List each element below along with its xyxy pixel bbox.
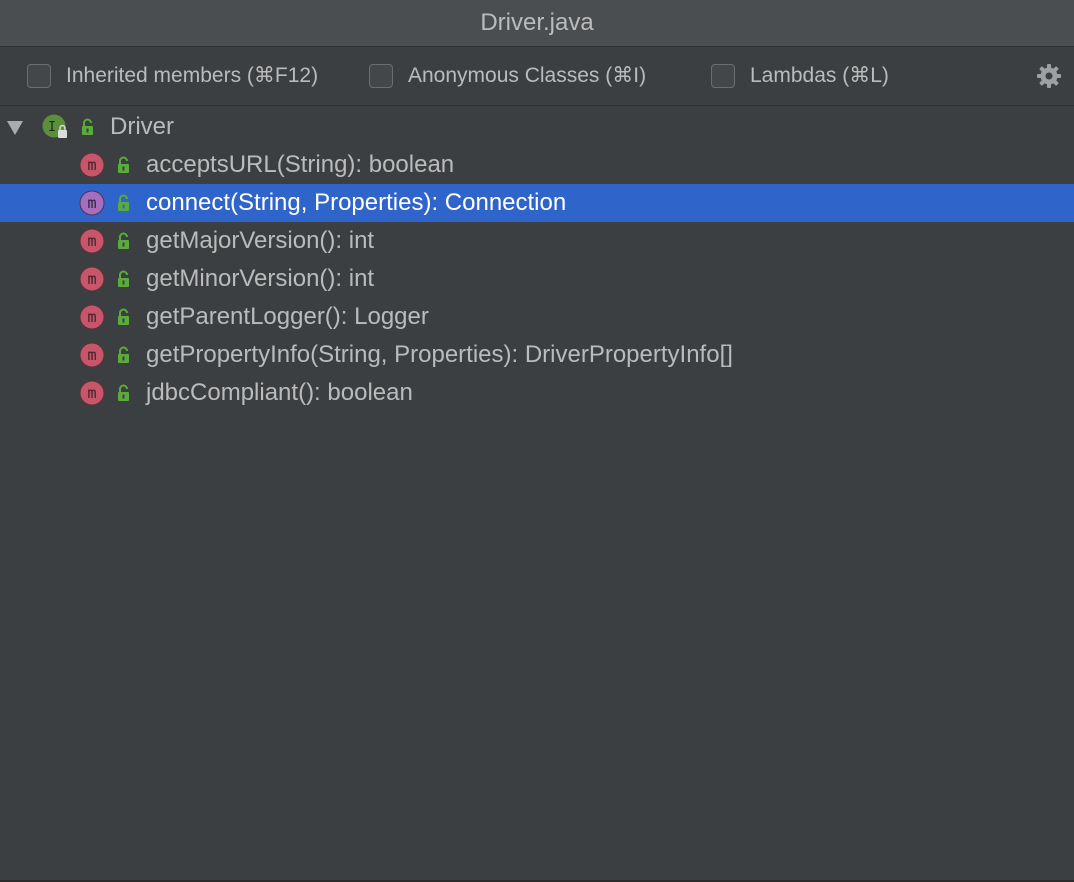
method-icon: m	[79, 342, 105, 368]
method-row-selected[interactable]: m connect(String, Properties): Connectio…	[0, 184, 1074, 222]
svg-text:m: m	[87, 194, 96, 212]
svg-text:m: m	[87, 232, 96, 250]
method-label: acceptsURL(String): boolean	[146, 151, 455, 178]
svg-text:m: m	[87, 384, 96, 402]
method-icon: m	[79, 266, 105, 292]
method-label: getPropertyInfo(String, Properties): Dri…	[146, 341, 733, 368]
public-lock-icon	[82, 118, 93, 135]
method-label: connect(String, Properties): Connection	[146, 189, 567, 216]
svg-text:m: m	[87, 346, 96, 364]
expand-triangle-icon[interactable]	[6, 120, 24, 136]
lambdas-checkbox[interactable]: Lambdas (⌘L)	[711, 63, 889, 88]
method-row[interactable]: m acceptsURL(String): boolean	[0, 146, 1074, 184]
method-icon: m	[79, 380, 105, 406]
method-icon: m	[79, 152, 105, 178]
method-label: getParentLogger(): Logger	[146, 303, 429, 330]
svg-text:I: I	[48, 120, 56, 135]
structure-tree[interactable]: I Driver m acceptsURL(String): boolean m…	[0, 106, 1074, 412]
public-lock-icon	[118, 232, 129, 249]
inherited-members-checkbox[interactable]: Inherited members (⌘F12)	[27, 63, 318, 88]
svg-text:m: m	[87, 156, 96, 174]
public-lock-icon	[118, 194, 129, 211]
tree-node-driver[interactable]: I Driver	[0, 108, 1074, 146]
anonymous-classes-checkbox[interactable]: Anonymous Classes (⌘I)	[369, 63, 646, 88]
method-row[interactable]: m getPropertyInfo(String, Properties): D…	[0, 336, 1074, 374]
method-row[interactable]: m getMajorVersion(): int	[0, 222, 1074, 260]
public-lock-icon	[118, 384, 129, 401]
method-icon: m	[79, 190, 105, 216]
method-label: getMajorVersion(): int	[146, 227, 375, 254]
interface-icon: I	[42, 114, 67, 138]
anonymous-classes-label[interactable]: Anonymous Classes (⌘I)	[408, 63, 646, 88]
method-label: getMinorVersion(): int	[146, 265, 375, 292]
svg-text:m: m	[87, 308, 96, 326]
public-lock-icon	[118, 346, 129, 363]
inherited-members-checkbox-box[interactable]	[27, 63, 51, 88]
inherited-members-label[interactable]: Inherited members (⌘F12)	[66, 63, 318, 88]
filter-toolbar: Inherited members (⌘F12) Anonymous Class…	[0, 47, 1074, 106]
gear-icon[interactable]	[1036, 63, 1062, 89]
method-row[interactable]: m getMinorVersion(): int	[0, 260, 1074, 298]
svg-text:m: m	[87, 270, 96, 288]
public-lock-icon	[118, 308, 129, 325]
structure-popup: Driver.java Inherited members (⌘F12) Ano…	[0, 0, 1074, 882]
method-row[interactable]: m jdbcCompliant(): boolean	[0, 374, 1074, 412]
public-lock-icon	[118, 270, 129, 287]
public-lock-icon	[118, 156, 129, 173]
tree-node-label: Driver	[110, 113, 174, 140]
method-row[interactable]: m getParentLogger(): Logger	[0, 298, 1074, 336]
window-title: Driver.java	[0, 0, 1074, 47]
lambdas-checkbox-box[interactable]	[711, 63, 735, 88]
anonymous-classes-checkbox-box[interactable]	[369, 63, 393, 88]
method-label: jdbcCompliant(): boolean	[146, 379, 413, 406]
lambdas-label[interactable]: Lambdas (⌘L)	[750, 63, 889, 88]
method-icon: m	[79, 228, 105, 254]
method-icon: m	[79, 304, 105, 330]
